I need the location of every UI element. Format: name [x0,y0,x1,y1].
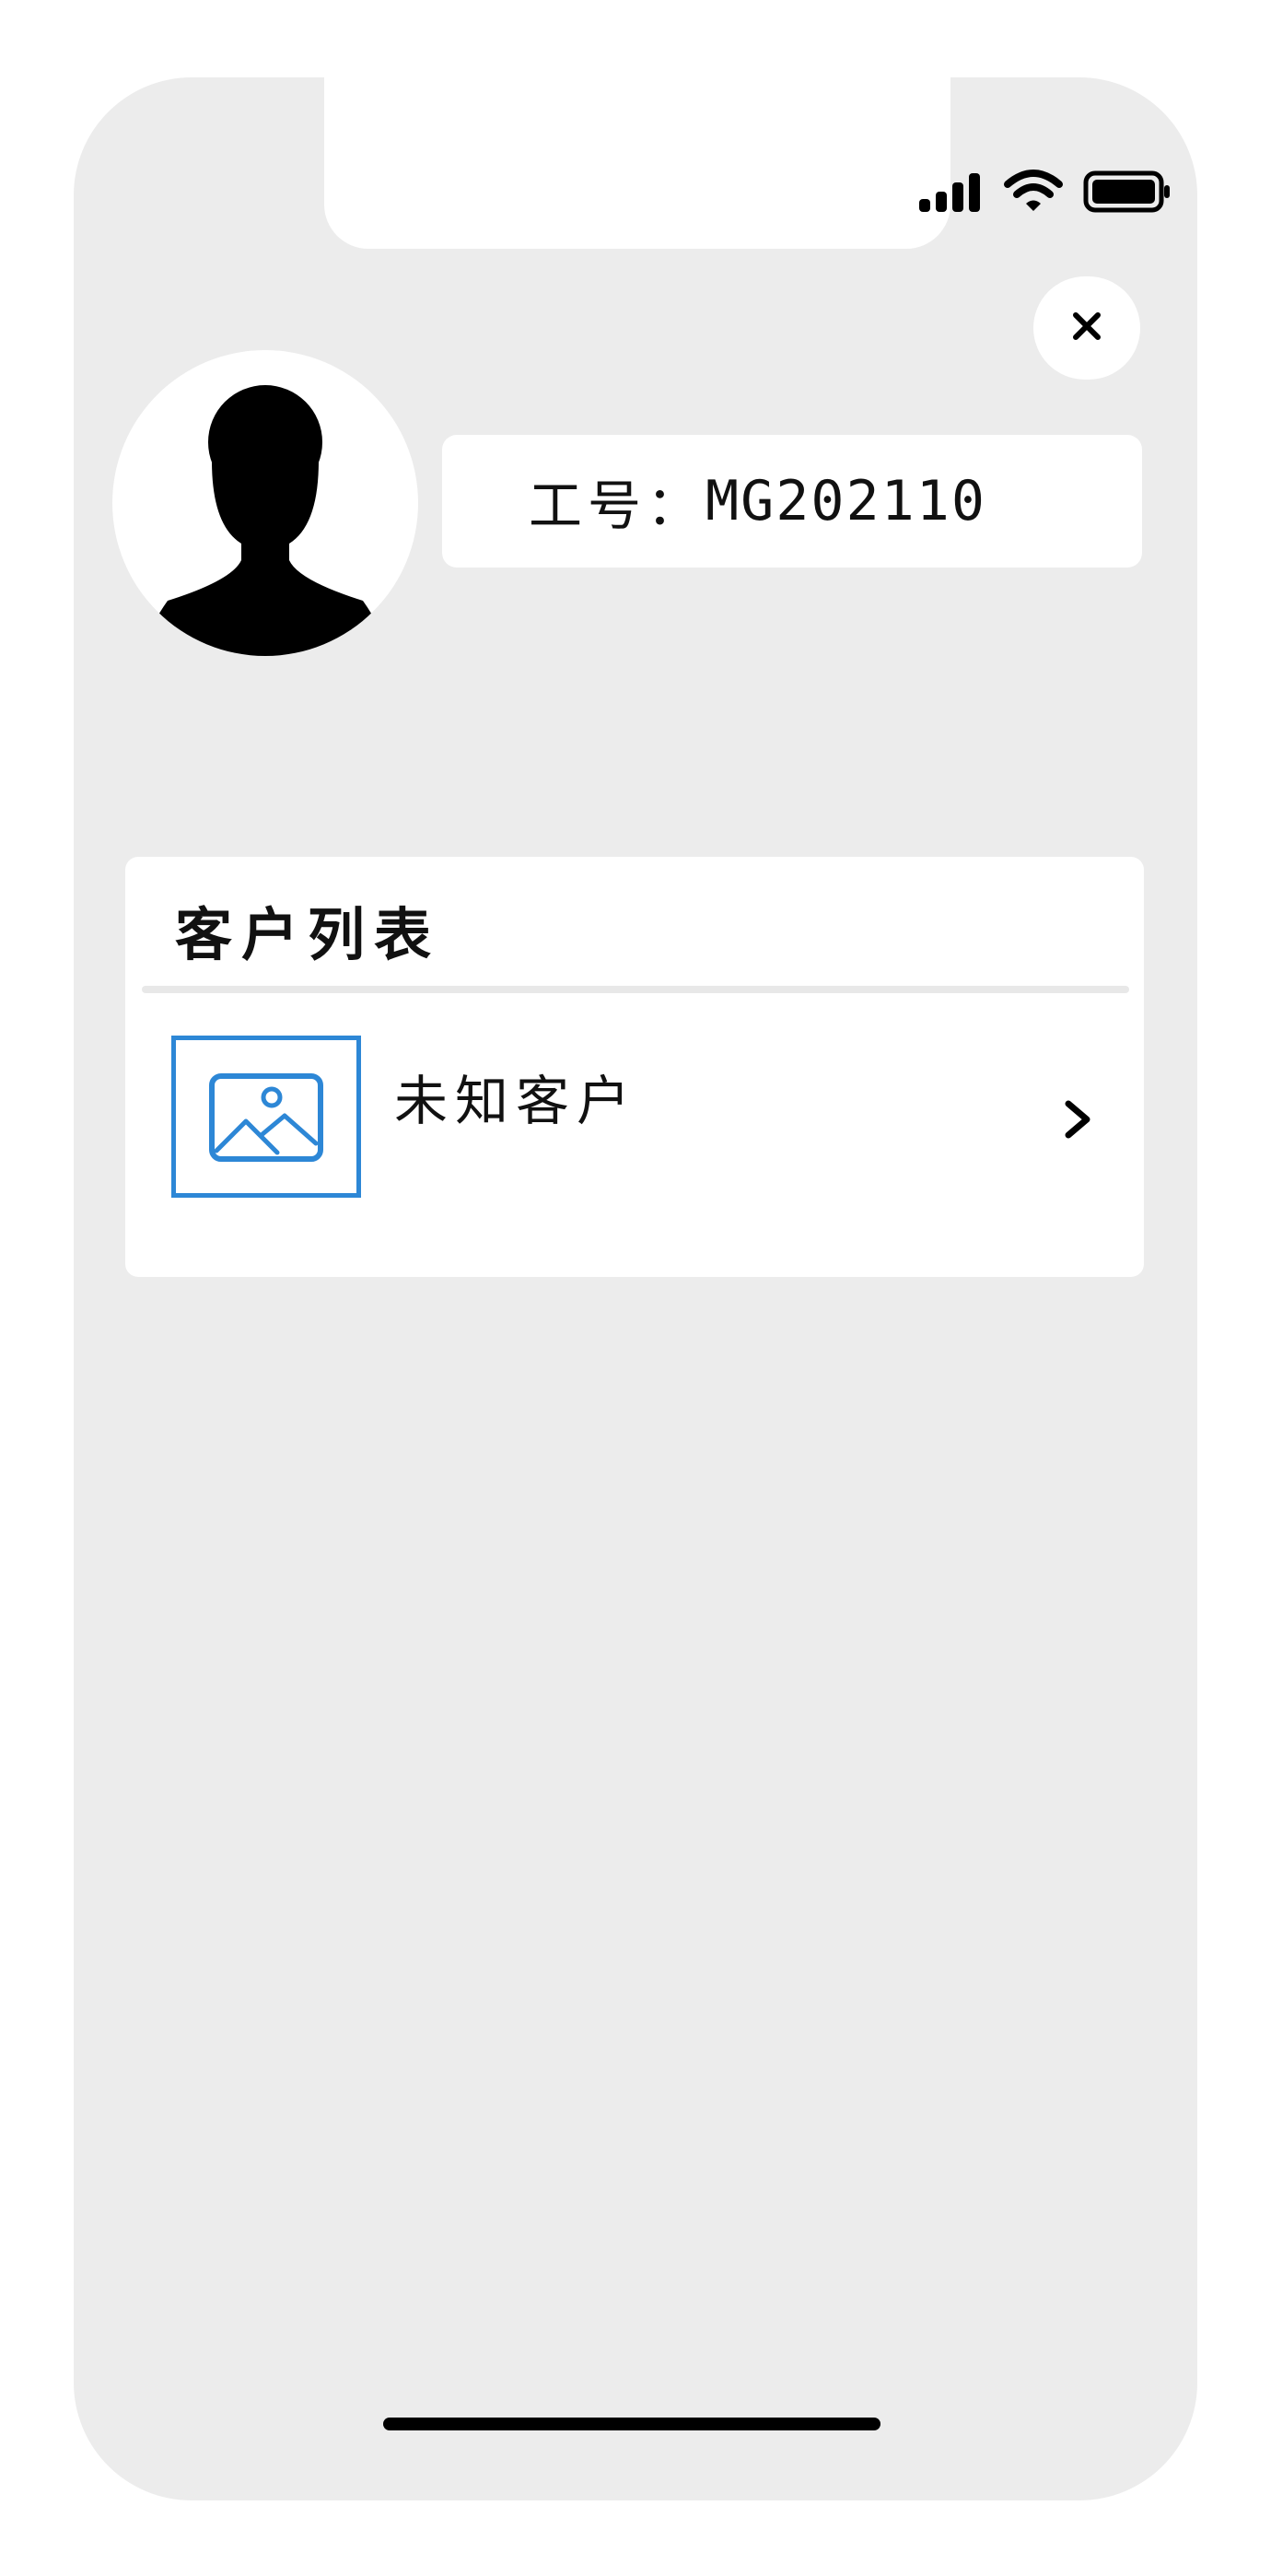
customer-thumbnail [171,1036,361,1198]
phone-frame: 工号： MG202110 客户列表 未知客户 [74,77,1197,2500]
home-indicator[interactable] [383,2418,880,2430]
battery-icon [1083,170,1172,214]
status-bar [917,166,1172,217]
device-notch [324,77,950,249]
chevron-right-icon [1063,1098,1092,1144]
employee-id-card: 工号： MG202110 [442,435,1142,568]
customer-list-title: 客户列表 [175,901,441,968]
close-button[interactable] [1033,276,1140,380]
employee-id-value: MG202110 [705,469,986,533]
customer-name: 未知客户 [394,1070,638,1132]
cellular-signal-icon [917,171,984,212]
divider [142,986,1129,993]
wifi-icon [1004,170,1063,214]
employee-id-label: 工号： [529,474,706,537]
close-icon [1071,310,1102,345]
customer-list-card: 客户列表 未知客户 [125,857,1144,1277]
customer-list-item[interactable]: 未知客户 [125,995,1144,1271]
avatar [112,350,418,656]
person-silhouette-icon [112,350,418,656]
